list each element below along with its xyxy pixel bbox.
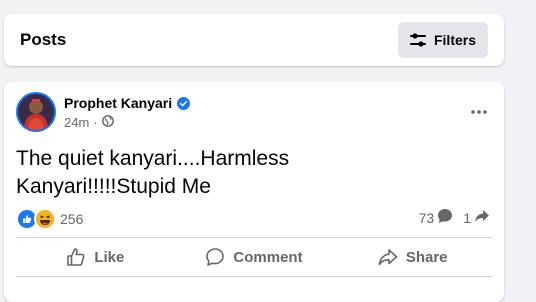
filters-button[interactable]: Filters xyxy=(397,22,488,58)
divider xyxy=(16,237,492,238)
post-author-name[interactable]: Prophet Kanyari xyxy=(64,95,172,111)
reaction-icons xyxy=(16,208,56,230)
post-actions: Like Comment Share xyxy=(16,240,492,274)
avatar[interactable] xyxy=(16,92,56,132)
reactions-count: 256 xyxy=(60,211,84,227)
like-button[interactable]: Like xyxy=(16,240,175,274)
shares-count[interactable]: 1 xyxy=(463,208,490,227)
like-icon xyxy=(66,247,86,267)
haha-reaction-icon xyxy=(34,208,56,230)
share-label: Share xyxy=(405,248,448,266)
filters-label: Filters xyxy=(433,32,476,48)
share-button[interactable]: Share xyxy=(333,240,492,274)
share-arrow-icon xyxy=(474,208,490,227)
shares-count-value: 1 xyxy=(463,209,471,226)
comments-count[interactable]: 73 xyxy=(419,208,454,227)
comments-count-value: 73 xyxy=(418,209,435,226)
post-text-line: Kanyari!!!!!Stupid Me xyxy=(16,175,211,198)
more-icon xyxy=(471,101,487,119)
divider xyxy=(16,276,492,277)
post-author[interactable]: Prophet Kanyari xyxy=(64,95,191,111)
share-icon xyxy=(378,247,398,267)
posts-title: Posts xyxy=(20,30,67,49)
comment-bubble-icon xyxy=(437,208,453,227)
like-label: Like xyxy=(94,248,125,266)
comment-button[interactable]: Comment xyxy=(175,240,334,274)
post-text: The quiet kanyari....Harmless Kanyari!!!… xyxy=(16,145,486,201)
post-text-line: The quiet kanyari....Harmless xyxy=(16,147,290,170)
comment-label: Comment xyxy=(233,248,303,266)
more-options-button[interactable] xyxy=(464,98,494,122)
verified-badge-icon xyxy=(177,96,191,110)
meta-separator: · xyxy=(93,115,98,130)
posts-header-card: Posts Filters xyxy=(4,14,504,66)
post-time[interactable]: 24m xyxy=(64,115,89,130)
post-card: Prophet Kanyari 24m · The quiet kanyari.… xyxy=(4,82,504,302)
reactions-summary[interactable]: 256 xyxy=(16,208,83,230)
globe-icon xyxy=(101,115,114,130)
engagement-counts: 73 1 xyxy=(419,208,490,227)
post-meta: 24m · xyxy=(64,115,114,130)
filters-icon xyxy=(409,33,426,47)
comment-icon xyxy=(205,247,225,267)
